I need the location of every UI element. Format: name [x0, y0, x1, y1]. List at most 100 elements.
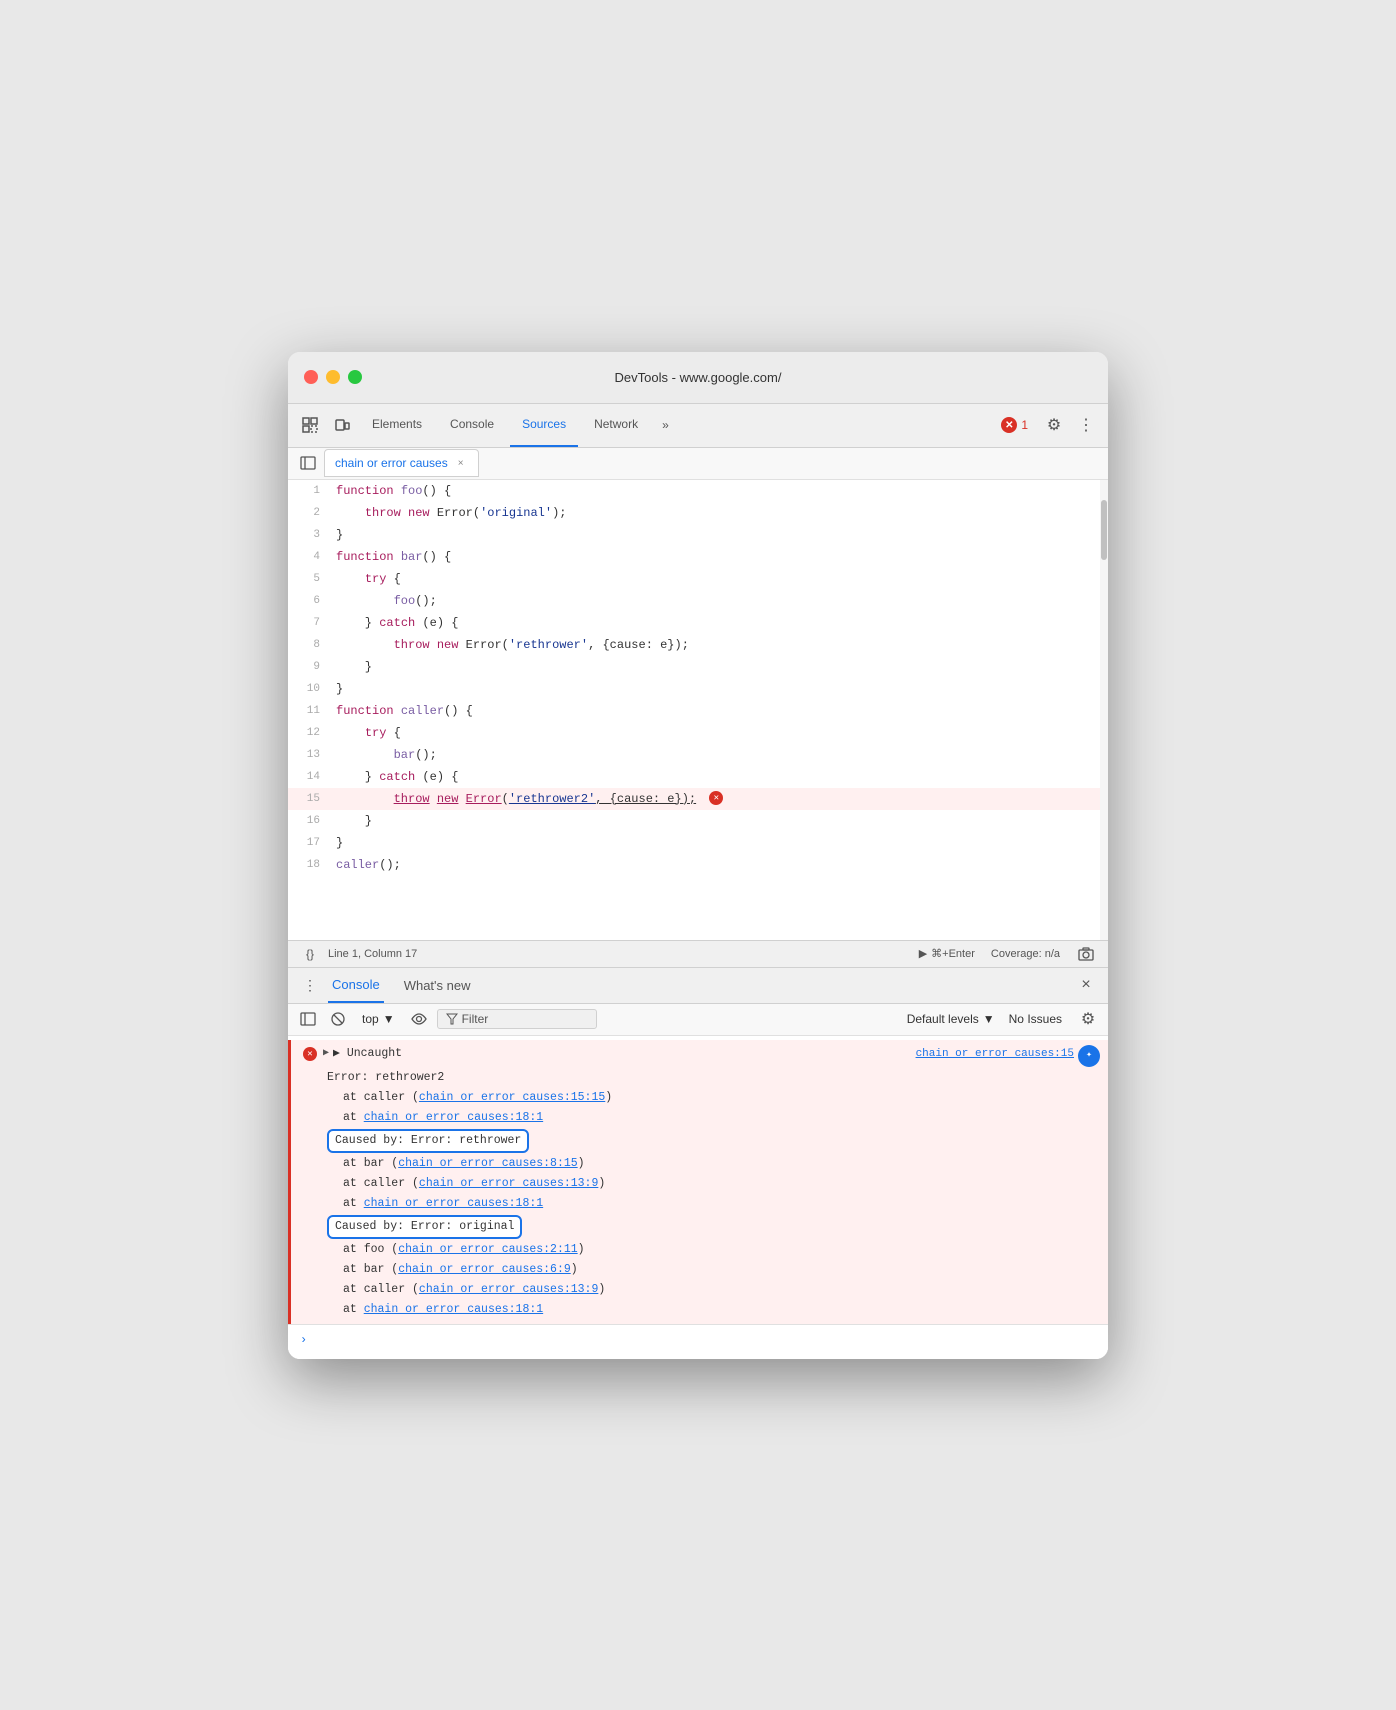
minimize-button[interactable] — [326, 370, 340, 384]
scrollbar-track[interactable] — [1100, 480, 1108, 940]
code-line-6: 6 foo(); — [288, 590, 1108, 612]
code-line-9: 9 } — [288, 656, 1108, 678]
code-line-18: 18 caller(); — [288, 854, 1108, 876]
scrollbar-thumb[interactable] — [1101, 500, 1107, 560]
code-line-5: 5 try { — [288, 568, 1108, 590]
tab-elements[interactable]: Elements — [360, 403, 434, 447]
code-line-8: 8 throw new Error('rethrower', {cause: e… — [288, 634, 1108, 656]
file-tab-bar: chain or error causes × — [288, 448, 1108, 480]
stack-row-2: at chain or error causes:18:1 — [299, 1108, 1108, 1128]
code-line-12: 12 try { — [288, 722, 1108, 744]
sidebar-toggle-icon[interactable] — [296, 451, 320, 475]
close-button[interactable] — [304, 370, 318, 384]
error-icon: ✕ — [303, 1047, 317, 1061]
error-source-link[interactable]: chain or error causes:15 — [916, 1045, 1074, 1063]
tab-console[interactable]: Console — [438, 403, 506, 447]
console-input-row[interactable]: › — [288, 1324, 1108, 1355]
devtools-tab-bar: Elements Console Sources Network » ✕ 1 ⚙… — [288, 404, 1108, 448]
file-tab-close-icon[interactable]: × — [454, 456, 468, 470]
context-selector[interactable]: top ▼ — [356, 1010, 401, 1028]
tab-sources[interactable]: Sources — [510, 403, 578, 447]
code-line-3: 3 } — [288, 524, 1108, 546]
clear-console-icon[interactable] — [326, 1007, 350, 1031]
code-line-1: 1 function foo() { — [288, 480, 1108, 502]
caused2-link-1[interactable]: chain or error causes:2:11 — [398, 1243, 577, 1256]
code-line-10: 10 } — [288, 678, 1108, 700]
code-editor[interactable]: 1 function foo() { 2 throw new Error('or… — [288, 480, 1108, 940]
cursor-position: Line 1, Column 17 — [328, 948, 417, 960]
maximize-button[interactable] — [348, 370, 362, 384]
caused2-stack-3: at caller (chain or error causes:13:9) — [299, 1280, 1108, 1300]
inspect-icon[interactable] — [296, 411, 324, 439]
caused2-link-2[interactable]: chain or error causes:6:9 — [398, 1263, 571, 1276]
devtools-window: DevTools - www.google.com/ Elements Cons… — [288, 352, 1108, 1359]
caused1-link-2[interactable]: chain or error causes:13:9 — [419, 1177, 598, 1190]
caused2-link-4[interactable]: chain or error causes:18:1 — [364, 1303, 543, 1316]
device-icon[interactable] — [328, 411, 356, 439]
console-menu-icon[interactable]: ⋮ — [300, 975, 320, 995]
console-sidebar-toggle[interactable] — [296, 1007, 320, 1031]
console-close-icon[interactable]: × — [1076, 975, 1096, 995]
caused2-stack-4: at chain or error causes:18:1 — [299, 1300, 1108, 1320]
window-title: DevTools - www.google.com/ — [615, 370, 782, 385]
more-options-icon[interactable]: ⋮ — [1072, 411, 1100, 439]
caused1-stack-3: at chain or error causes:18:1 — [299, 1194, 1108, 1214]
caused2-stack-1: at foo (chain or error causes:2:11) — [299, 1240, 1108, 1260]
status-bar: {} Line 1, Column 17 ▶ ⌘+Enter Coverage:… — [288, 940, 1108, 968]
error-message-row: Error: rethrower2 — [299, 1068, 1108, 1088]
filter-input[interactable]: Filter — [437, 1009, 597, 1029]
error-badge[interactable]: ✕ 1 — [993, 413, 1036, 437]
error-count: ✕ — [1001, 417, 1017, 433]
settings-icon[interactable]: ⚙ — [1040, 411, 1068, 439]
code-line-4: 4 function bar() { — [288, 546, 1108, 568]
caused-by-1-row: Caused by: Error: rethrower — [299, 1128, 1108, 1154]
console-panel: ⋮ Console What's new × — [288, 968, 1108, 1359]
uncaught-label: ▶ Uncaught — [333, 1045, 402, 1063]
code-line-7: 7 } catch (e) { — [288, 612, 1108, 634]
code-line-14: 14 } catch (e) { — [288, 766, 1108, 788]
traffic-lights — [304, 370, 362, 384]
caused2-link-3[interactable]: chain or error causes:13:9 — [419, 1283, 598, 1296]
code-line-13: 13 bar(); — [288, 744, 1108, 766]
ai-button[interactable]: ✦ — [1078, 1045, 1100, 1067]
tab-whats-new[interactable]: What's new — [392, 967, 483, 1003]
caused-by-2-row: Caused by: Error: original — [299, 1214, 1108, 1240]
caused2-stack-2: at bar (chain or error causes:6:9) — [299, 1260, 1108, 1280]
caused1-stack-2: at caller (chain or error causes:13:9) — [299, 1174, 1108, 1194]
console-output: ✕ ▶ ▶ Uncaught chain or error causes:15 … — [288, 1036, 1108, 1359]
caused1-stack-1: at bar (chain or error causes:8:15) — [299, 1154, 1108, 1174]
code-line-15: 15 throw new Error('rethrower2', {cause:… — [288, 788, 1108, 810]
uncaught-error-row: ✕ ▶ ▶ Uncaught chain or error causes:15 … — [299, 1044, 1108, 1068]
stack-row-1: at caller (chain or error causes:15:15) — [299, 1088, 1108, 1108]
console-prompt-icon: › — [300, 1331, 307, 1349]
code-line-17: 17 } — [288, 832, 1108, 854]
error-block: ✕ ▶ ▶ Uncaught chain or error causes:15 … — [288, 1040, 1108, 1324]
tab-more-button[interactable]: » — [654, 418, 677, 432]
titlebar: DevTools - www.google.com/ — [288, 352, 1108, 404]
run-button[interactable]: ▶ ⌘+Enter — [919, 947, 975, 960]
error-marker: ✕ — [709, 791, 723, 805]
stack-link-1[interactable]: chain or error causes:15:15 — [419, 1091, 605, 1104]
log-level-selector[interactable]: Default levels ▼ — [907, 1012, 995, 1026]
tab-network[interactable]: Network — [582, 403, 650, 447]
screenshot-icon[interactable] — [1076, 944, 1096, 964]
coverage-label: Coverage: n/a — [991, 948, 1060, 960]
code-line-2: 2 throw new Error('original'); — [288, 502, 1108, 524]
stack-link-2[interactable]: chain or error causes:18:1 — [364, 1111, 543, 1124]
pretty-print-icon[interactable]: {} — [300, 944, 320, 964]
caused-by-1-label: Caused by: Error: rethrower — [327, 1129, 529, 1153]
live-expressions-icon[interactable] — [407, 1007, 431, 1031]
file-tab-name: chain or error causes — [335, 456, 448, 470]
caused1-link-1[interactable]: chain or error causes:8:15 — [398, 1157, 577, 1170]
console-toolbar: top ▼ Filter Default levels ▼ No Issues — [288, 1004, 1108, 1036]
no-issues-label: No Issues — [1001, 1012, 1070, 1026]
caused-by-2-label: Caused by: Error: original — [327, 1215, 522, 1239]
console-header: ⋮ Console What's new × — [288, 968, 1108, 1004]
tab-console-active[interactable]: Console — [328, 967, 384, 1003]
code-line-11: 11 function caller() { — [288, 700, 1108, 722]
caused1-link-3[interactable]: chain or error causes:18:1 — [364, 1197, 543, 1210]
console-settings-icon[interactable]: ⚙ — [1076, 1007, 1100, 1031]
file-tab-chain-or-error[interactable]: chain or error causes × — [324, 449, 479, 477]
code-line-16: 16 } — [288, 810, 1108, 832]
expand-arrow[interactable]: ▶ — [323, 1045, 329, 1063]
